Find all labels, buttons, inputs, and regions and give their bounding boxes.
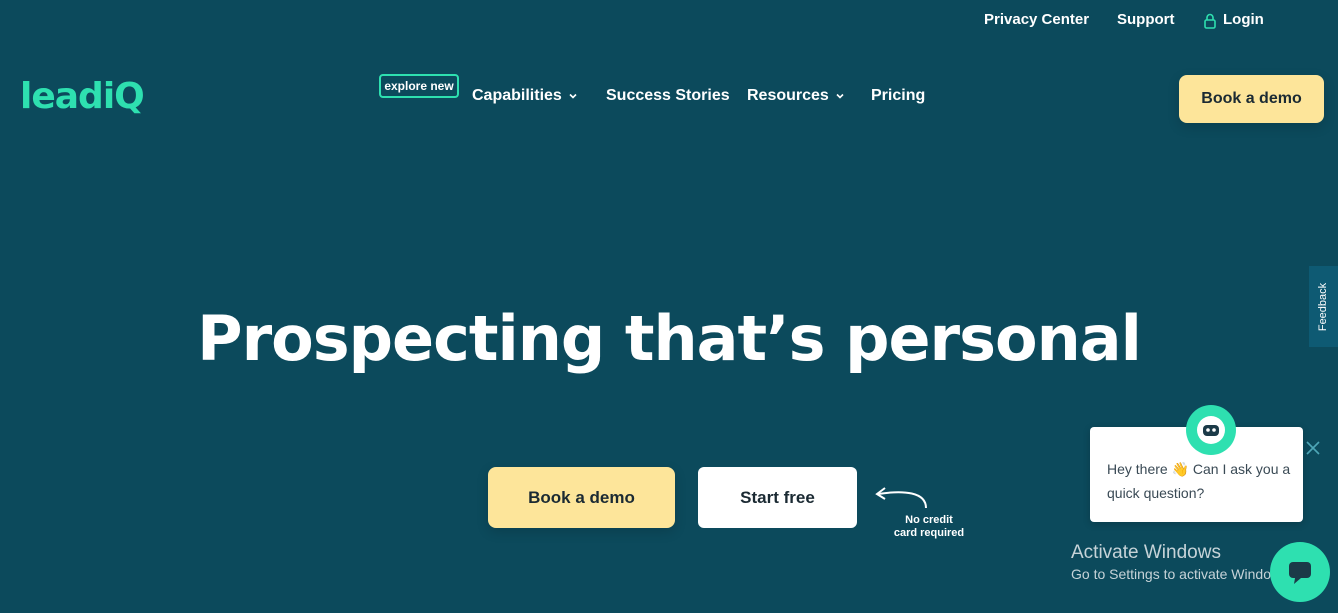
lock-icon <box>1204 13 1216 29</box>
arrow-icon <box>875 487 927 509</box>
activate-windows-subtitle: Go to Settings to activate Windows. <box>1071 566 1292 582</box>
start-free-button[interactable]: Start free <box>698 467 857 528</box>
nav-pricing[interactable]: Pricing <box>871 87 925 105</box>
chevron-down-icon <box>836 93 844 99</box>
nav-capabilities[interactable]: Capabilities <box>472 87 578 105</box>
no-credit-card-note: No credit card required <box>884 514 974 540</box>
nav-pricing-label: Pricing <box>871 87 926 104</box>
note-line-1: No credit <box>905 514 953 526</box>
login-link[interactable]: Login <box>1223 11 1264 28</box>
chat-bubble-icon <box>1289 562 1311 584</box>
bot-avatar <box>1186 405 1236 455</box>
nav-success-stories[interactable]: Success Stories <box>606 87 730 105</box>
nav-resources-label: Resources <box>747 87 829 104</box>
support-link[interactable]: Support <box>1117 11 1175 28</box>
nav-success-stories-label: Success Stories <box>606 87 730 104</box>
header-book-demo-button[interactable]: Book a demo <box>1179 75 1324 123</box>
robot-icon <box>1197 416 1225 444</box>
note-line-2: card required <box>893 527 965 539</box>
nav-capabilities-label: Capabilities <box>472 87 562 104</box>
activate-windows-title: Activate Windows <box>1071 542 1221 563</box>
explore-new-badge: explore new <box>379 74 459 98</box>
hero-title: Prospecting that’s personal <box>197 302 1142 375</box>
close-icon[interactable] <box>1306 441 1320 455</box>
privacy-center-link[interactable]: Privacy Center <box>984 11 1089 28</box>
chevron-down-icon <box>569 93 577 99</box>
chat-launcher-button[interactable] <box>1270 542 1330 602</box>
windows-activation-watermark: Activate Windows Go to Settings to activ… <box>1071 542 1292 582</box>
nav-resources[interactable]: Resources <box>747 87 845 105</box>
chat-message: Hey there 👋 Can I ask you a quick questi… <box>1107 461 1291 501</box>
hero-book-demo-button[interactable]: Book a demo <box>488 467 675 528</box>
leadiq-logo[interactable]: leadiQ <box>20 76 145 117</box>
